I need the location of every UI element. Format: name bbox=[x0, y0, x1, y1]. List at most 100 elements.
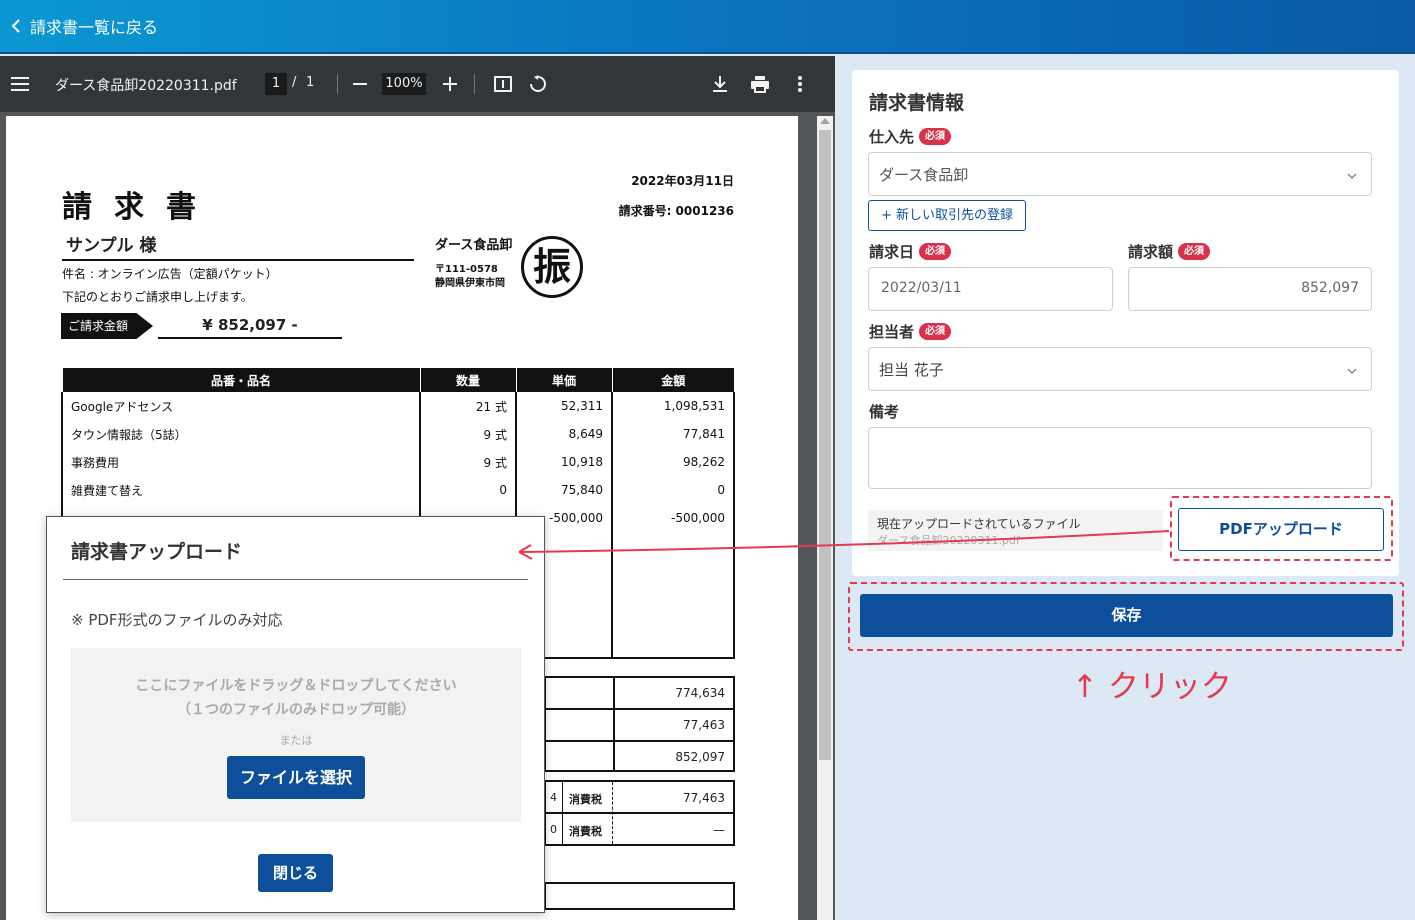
amount-label: ご請求金額 bbox=[61, 313, 153, 339]
issuer-zip: 〒111-0578 bbox=[435, 264, 498, 275]
chevron-left-icon bbox=[11, 19, 20, 33]
pdf-toolbar: ダース食品卸20220311.pdf 1 / 1 100% bbox=[0, 56, 835, 112]
column-header: 数量 bbox=[419, 368, 516, 392]
notes-box bbox=[544, 882, 735, 910]
tax-rate-tail: 4 bbox=[550, 791, 557, 804]
invoice-date: 2022年03月11日 bbox=[631, 174, 734, 188]
page-total: 1 bbox=[306, 75, 315, 90]
item-qty: 9 式 bbox=[419, 448, 517, 476]
item-amount: 77,841 bbox=[611, 420, 735, 448]
zoom-input[interactable]: 100% bbox=[382, 73, 426, 95]
close-modal-button[interactable]: 閉じる bbox=[258, 854, 333, 892]
table-row: タウン情報誌（5誌） 9 式 8,649 77,841 bbox=[61, 420, 735, 448]
modal-title: 請求書アップロード bbox=[71, 541, 243, 563]
person-label: 担当者 必須 bbox=[869, 321, 952, 342]
download-icon[interactable] bbox=[710, 74, 730, 94]
tax-value: 77,463 bbox=[683, 718, 725, 732]
highlight-save-button bbox=[848, 582, 1404, 651]
table-row: 事務費用 9 式 10,918 98,262 bbox=[61, 448, 735, 476]
column-header: 品番・品名 bbox=[61, 368, 420, 392]
required-badge: 必須 bbox=[919, 243, 952, 260]
fit-page-icon[interactable] bbox=[493, 74, 513, 94]
person-select[interactable]: 担当 花子 bbox=[868, 347, 1372, 391]
chevron-down-icon bbox=[1347, 173, 1357, 180]
invoice-number: 請求番号: 0001236 bbox=[618, 204, 734, 218]
required-badge: 必須 bbox=[919, 323, 952, 340]
toolbar-divider bbox=[474, 74, 475, 94]
tax-row-value: — bbox=[713, 823, 725, 837]
item-qty: 21 式 bbox=[419, 392, 517, 420]
toolbar-divider bbox=[337, 74, 338, 94]
invoice-greeting: 下記のとおりご請求申し上げます。 bbox=[62, 290, 253, 304]
notes-label: 備考 bbox=[869, 401, 899, 422]
more-options-icon[interactable] bbox=[790, 74, 810, 94]
supplier-select[interactable]: ダース食品卸 bbox=[868, 152, 1372, 196]
grand-total-value: 852,097 bbox=[675, 750, 725, 764]
select-file-button[interactable]: ファイルを選択 bbox=[227, 756, 365, 799]
seal-stamp: 振 bbox=[521, 236, 583, 298]
required-badge: 必須 bbox=[1178, 243, 1211, 260]
menu-icon[interactable] bbox=[10, 74, 32, 94]
item-name: Googleアドセンス bbox=[61, 392, 421, 420]
item-price: 75,840 bbox=[515, 476, 613, 504]
drop-limit: （１つのファイルのみドロップ可能） bbox=[177, 702, 415, 718]
amount-input[interactable]: 852,097 bbox=[1128, 267, 1372, 311]
customer-name: サンプル 様 bbox=[62, 231, 414, 261]
item-price: 8,649 bbox=[515, 420, 613, 448]
tax-breakdown-box: 4 消費税 77,463 0 消費税 — bbox=[544, 780, 735, 846]
top-bar: 請求書一覧に戻る bbox=[0, 0, 1415, 54]
tax-label: 消費税 bbox=[569, 793, 602, 806]
zoom-out-icon[interactable] bbox=[350, 74, 370, 94]
amount-label: 請求額 必須 bbox=[1128, 241, 1211, 262]
column-header: 単価 bbox=[515, 368, 612, 392]
scrollbar-thumb[interactable] bbox=[819, 130, 831, 760]
drop-zone[interactable]: ここにファイルをドラッグ＆ドロップしてください （１つのファイルのみドロップ可能… bbox=[71, 648, 521, 822]
pdf-scrollbar[interactable] bbox=[817, 116, 833, 920]
supplier-label-text: 仕入先 bbox=[869, 128, 915, 146]
invoice-subject: 件名 : オンライン広告（定額パケット） bbox=[62, 267, 278, 281]
drop-or: または bbox=[279, 734, 313, 747]
tax-row-value: 77,463 bbox=[683, 791, 725, 805]
back-link[interactable]: 請求書一覧に戻る bbox=[10, 14, 158, 38]
modal-note: ※ PDF形式のファイルのみ対応 bbox=[71, 611, 283, 629]
notes-textarea[interactable] bbox=[868, 427, 1372, 489]
date-input[interactable]: 2022/03/11 bbox=[868, 267, 1113, 311]
supplier-label: 仕入先 必須 bbox=[869, 126, 952, 147]
annotation-arrow-icon bbox=[518, 530, 1170, 560]
item-amount: 1,098,531 bbox=[611, 392, 735, 420]
print-icon[interactable] bbox=[749, 74, 771, 94]
rotate-icon[interactable] bbox=[528, 74, 548, 94]
pdf-filename: ダース食品卸20220311.pdf bbox=[55, 78, 237, 94]
item-name: 事務費用 bbox=[61, 448, 421, 476]
item-price: 10,918 bbox=[515, 448, 613, 476]
table-row: 雑費建て替え 0 75,840 0 bbox=[61, 476, 735, 504]
amount-total: ¥ 852,097 - bbox=[158, 316, 342, 339]
table-row: Googleアドセンス 21 式 52,311 1,098,531 bbox=[61, 392, 735, 420]
scroll-up-icon[interactable] bbox=[820, 118, 830, 124]
person-value: 担当 花子 bbox=[879, 361, 944, 379]
panel-heading: 請求書情報 bbox=[869, 92, 965, 114]
page-number-input[interactable]: 1 bbox=[265, 73, 287, 95]
zoom-in-icon[interactable] bbox=[440, 74, 460, 94]
required-badge: 必須 bbox=[919, 128, 952, 145]
back-link-label: 請求書一覧に戻る bbox=[30, 18, 159, 37]
upload-modal: 請求書アップロード ※ PDF形式のファイルのみ対応 ここにファイルをドラッグ＆… bbox=[46, 516, 545, 913]
person-label-text: 担当者 bbox=[869, 323, 915, 341]
subtotal-value: 774,634 bbox=[675, 686, 725, 700]
issuer-name: ダース食品卸 bbox=[435, 238, 513, 253]
new-supplier-button[interactable]: + 新しい取引先の登録 bbox=[868, 200, 1026, 231]
notes-label-text: 備考 bbox=[869, 403, 900, 421]
tax-label: 消費税 bbox=[569, 825, 602, 838]
highlight-upload-button bbox=[1170, 496, 1393, 561]
item-qty: 0 bbox=[419, 476, 517, 504]
modal-divider bbox=[63, 579, 528, 580]
click-annotation: ↑ クリック bbox=[1072, 669, 1232, 705]
tax-rate-tail: 0 bbox=[550, 823, 557, 836]
summary-box: 774,634 77,463 852,097 bbox=[544, 676, 735, 772]
page-separator: / bbox=[292, 75, 297, 90]
chevron-down-icon bbox=[1347, 368, 1357, 375]
item-amount: 0 bbox=[611, 476, 735, 504]
item-name: 雑費建て替え bbox=[61, 476, 421, 504]
drop-instruction: ここにファイルをドラッグ＆ドロップしてください bbox=[135, 678, 457, 694]
date-label: 請求日 必須 bbox=[869, 241, 952, 262]
